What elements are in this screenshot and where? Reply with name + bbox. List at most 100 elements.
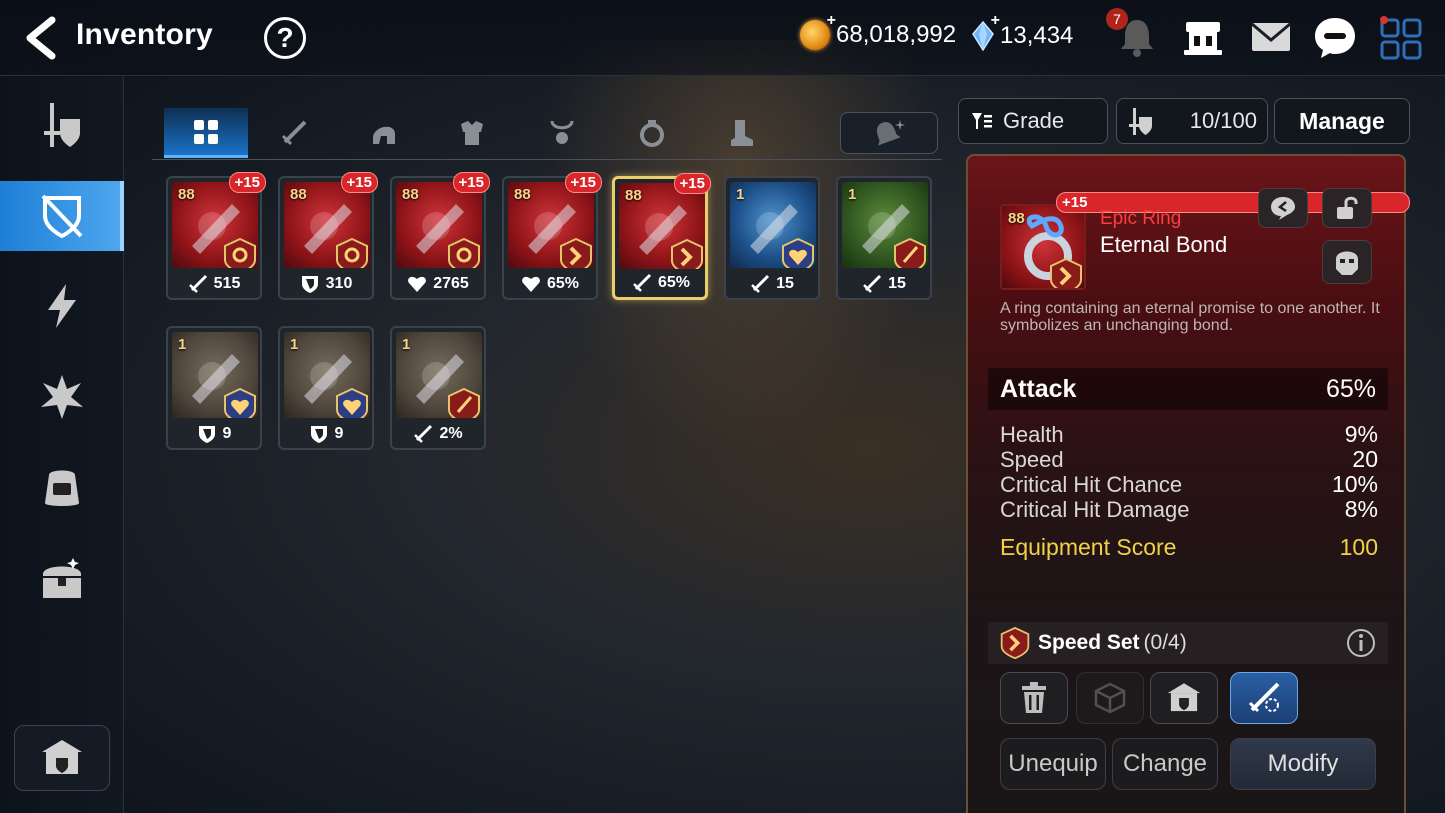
necklace-icon	[550, 120, 574, 144]
gold-amount: 68,018,992	[836, 21, 957, 48]
extract-button[interactable]	[1076, 672, 1144, 724]
set-attack-icon	[448, 388, 480, 418]
store-button[interactable]	[1150, 672, 1218, 724]
tab-weapon[interactable]	[252, 108, 336, 158]
share-button[interactable]	[1258, 188, 1308, 228]
unequip-button[interactable]: Unequip	[1000, 738, 1106, 790]
item-card[interactable]: 1 15	[836, 176, 932, 300]
item-card[interactable]: 19	[278, 326, 374, 450]
hammer-sword-icon	[1248, 682, 1280, 713]
hero-equip-button[interactable]	[1322, 240, 1372, 284]
tab-armor[interactable]	[430, 108, 514, 158]
crystal-display[interactable]: + 13,434	[972, 12, 1073, 52]
item-stat-value: 2765	[433, 275, 469, 292]
trash-icon	[1022, 682, 1046, 713]
unlock-icon	[1337, 196, 1358, 219]
item-card[interactable]: 88 +15 515	[166, 172, 266, 300]
item-main-stat: 9	[168, 424, 260, 444]
item-card[interactable]: 88 +15 2765	[390, 172, 490, 300]
set-info-row: Speed Set (0/4)	[988, 622, 1388, 664]
help-button[interactable]: ?	[264, 17, 306, 59]
auto-sell-button[interactable]	[840, 112, 938, 154]
sidebar-item-bag[interactable]	[0, 452, 124, 522]
attack-icon	[750, 274, 770, 294]
equipment-tabs	[152, 108, 942, 160]
item-name: Eternal Bond	[1100, 232, 1228, 257]
change-button[interactable]: Change	[1112, 738, 1218, 790]
grade-sort-button[interactable]: Grade	[958, 98, 1108, 144]
chat-button[interactable]	[1312, 14, 1358, 60]
item-main-stat: 2765	[392, 274, 484, 294]
gold-display[interactable]: + 68,018,992	[800, 12, 957, 50]
sub-stat-label: Critical Hit Chance	[1000, 472, 1183, 497]
speed-set-icon	[1050, 258, 1082, 288]
set-speed-icon	[560, 238, 592, 268]
sidebar-item-artifacts[interactable]	[0, 271, 124, 341]
inventory-capacity[interactable]: 10/100	[1116, 98, 1268, 144]
back-button[interactable]	[22, 16, 62, 60]
mail-button[interactable]	[1248, 14, 1294, 60]
attack-icon	[862, 274, 882, 294]
item-main-stat: 310	[280, 274, 372, 294]
tab-all[interactable]	[164, 108, 248, 158]
sub-stat-row: Speed 20	[1000, 447, 1378, 473]
boots-icon	[731, 120, 753, 146]
sub-stat-label: Health	[1000, 422, 1064, 447]
item-card[interactable]: 19	[166, 326, 262, 450]
sword-shield-icon	[1129, 108, 1152, 135]
set-sun-icon	[336, 238, 368, 268]
item-card[interactable]: 88 +15 65%	[502, 172, 602, 300]
set-sun-icon	[224, 238, 256, 268]
item-stat-value: 2%	[439, 425, 463, 442]
hero-helmet-icon	[1336, 251, 1358, 275]
manage-button[interactable]: Manage	[1274, 98, 1410, 144]
sidebar-item-materials[interactable]	[0, 362, 124, 432]
tab-ring[interactable]	[610, 108, 694, 158]
shop-button[interactable]	[1180, 14, 1226, 60]
ring-icon	[640, 120, 664, 147]
capacity-value: 10/100	[1189, 108, 1257, 133]
item-main-stat: 15	[726, 274, 818, 294]
tab-helmet[interactable]	[342, 108, 426, 158]
sword-shield-icon	[44, 103, 80, 147]
lock-button[interactable]	[1322, 188, 1372, 228]
item-card[interactable]: 88 +15 65%	[612, 173, 711, 300]
storefront-icon	[1184, 22, 1222, 55]
item-stat-value: 15	[776, 275, 794, 292]
item-card[interactable]: 1 2%	[390, 326, 486, 450]
set-heart-icon	[336, 388, 368, 418]
set-attack-icon	[894, 238, 926, 268]
modify-button[interactable]: Modify	[1230, 738, 1376, 790]
gold-coin-icon: +	[800, 12, 836, 50]
shop-icon	[42, 740, 82, 774]
item-card[interactable]: 1 15	[724, 176, 820, 300]
crystal-icon: +	[972, 12, 1000, 52]
sidebar-item-hero-equipment[interactable]	[0, 90, 124, 160]
tab-boots[interactable]	[698, 108, 782, 158]
sort-label: Grade	[1003, 108, 1065, 133]
selected-item-image: 88	[1000, 204, 1086, 290]
item-level: 1	[848, 186, 857, 203]
tab-necklace[interactable]	[520, 108, 604, 158]
armor-icon	[461, 121, 483, 145]
menu-button[interactable]	[1378, 14, 1424, 60]
info-icon[interactable]	[1346, 628, 1376, 658]
enhance-button[interactable]	[1230, 672, 1298, 724]
sidebar-item-chests[interactable]	[0, 545, 124, 615]
item-description: A ring containing an eternal promise to …	[1000, 300, 1380, 334]
item-level: 1	[290, 336, 299, 353]
envelope-icon	[1251, 22, 1291, 51]
item-main-stat: 15	[838, 274, 930, 294]
sell-button[interactable]	[1000, 672, 1068, 724]
top-bar: Inventory ? + 68,018,992 + 13,434 7	[0, 0, 1445, 76]
item-image: 88	[619, 183, 705, 269]
sidebar-item-equipment[interactable]	[0, 181, 124, 251]
item-level: 88	[290, 186, 307, 203]
attack-icon	[632, 273, 652, 293]
equipment-score-value: 100	[1339, 534, 1378, 560]
item-image: 1	[284, 332, 370, 418]
bell-sparkle-icon	[876, 120, 905, 146]
notification-badge: 7	[1106, 8, 1128, 30]
sidebar-shop-button[interactable]	[14, 725, 110, 791]
item-card[interactable]: 88 +15 310	[278, 172, 378, 300]
